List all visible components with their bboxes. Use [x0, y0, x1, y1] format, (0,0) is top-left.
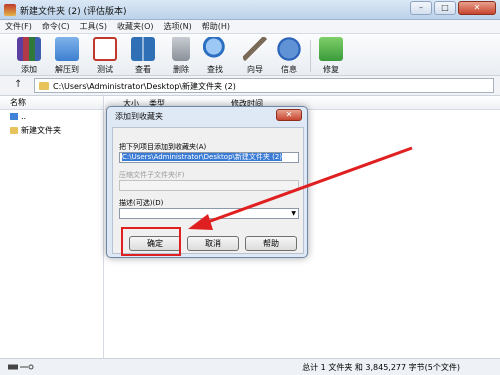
list-item-label: ..: [21, 112, 27, 121]
toolbar: 添加 解压到 测试 查看 删除 查找 向导 信息 修复: [0, 34, 500, 76]
repair-button[interactable]: 修复: [314, 37, 348, 75]
test-label: 测试: [97, 65, 113, 74]
test-button[interactable]: 测试: [88, 37, 122, 75]
maximize-button[interactable]: □: [434, 1, 456, 15]
wizard-label: 向导: [247, 65, 263, 74]
dialog-title: 添加到收藏夹: [115, 112, 163, 121]
find-label: 查找: [207, 65, 223, 74]
add-button[interactable]: 添加: [12, 37, 46, 75]
archive-add-icon: [17, 37, 41, 61]
favorite-path-label: 把下列项目添加到收藏夹(A): [119, 143, 207, 151]
menu-bar: 文件(F) 命令(C) 工具(S) 收藏夹(O) 选项(N) 帮助(H): [0, 20, 500, 34]
help-button[interactable]: 帮助: [245, 236, 297, 251]
add-label: 添加: [21, 65, 37, 74]
extract-to-button[interactable]: 解压到: [50, 37, 84, 75]
minimize-button[interactable]: –: [410, 1, 432, 15]
address-path: C:\Users\Administrator\Desktop\新建文件夹 (2): [53, 82, 236, 91]
list-item-parent[interactable]: ..: [0, 110, 103, 124]
window-controls: – □ ✕: [410, 1, 496, 15]
folder-icon: [39, 82, 49, 90]
cancel-button[interactable]: 取消: [187, 236, 239, 251]
find-button[interactable]: 查找: [198, 37, 232, 75]
list-item-folder[interactable]: 新建文件夹: [0, 124, 103, 138]
name-column-pane: 名称 .. 新建文件夹: [0, 96, 104, 358]
repair-icon: [319, 37, 343, 61]
column-header-name[interactable]: 名称: [0, 96, 103, 110]
menu-favorites[interactable]: 收藏夹(O): [112, 21, 159, 32]
status-bar: 总计 1 文件夹 和 3,845,277 字节(5个文件): [0, 358, 500, 375]
book-icon: [131, 37, 155, 61]
view-label: 查看: [135, 65, 151, 74]
title-bar: 新建文件夹 (2) (评估版本) – □ ✕: [0, 0, 500, 20]
window-title: 新建文件夹 (2) (评估版本): [20, 7, 127, 17]
delete-label: 删除: [173, 65, 189, 74]
folder-icon: [10, 127, 18, 134]
info-label: 信息: [281, 65, 297, 74]
view-button[interactable]: 查看: [126, 37, 160, 75]
menu-tools[interactable]: 工具(S): [75, 21, 112, 32]
toolbar-separator: [310, 40, 311, 72]
dropdown-arrow-icon[interactable]: ▼: [291, 209, 296, 218]
wizard-button[interactable]: 向导: [238, 37, 272, 75]
drive-icon: [8, 364, 34, 370]
dialog-close-button[interactable]: ✕: [276, 109, 302, 121]
app-icon: [4, 4, 16, 16]
parent-folder-icon: [10, 113, 18, 120]
annotation-highlight-box: [121, 227, 181, 256]
up-arrow-icon[interactable]: ↑: [14, 79, 22, 90]
extract-to-label: 解压到: [55, 65, 79, 74]
magnifier-icon: [203, 37, 227, 61]
close-button[interactable]: ✕: [458, 1, 496, 15]
wand-icon: [243, 37, 267, 61]
menu-help[interactable]: 帮助(H): [197, 21, 235, 32]
favorite-path-value: C:\Users\Administrator\Desktop\新建文件夹 (2): [122, 153, 283, 161]
description-dropdown[interactable]: ▼: [119, 208, 299, 219]
info-icon: [277, 37, 301, 61]
menu-file[interactable]: 文件(F): [0, 21, 37, 32]
subfolder-input: [119, 180, 299, 191]
address-bar: ↑ C:\Users\Administrator\Desktop\新建文件夹 (…: [0, 76, 500, 96]
info-button[interactable]: 信息: [272, 37, 306, 75]
trash-icon: [172, 37, 190, 61]
subfolder-label: 压缩文件子文件夹(F): [119, 171, 185, 179]
repair-label: 修复: [323, 65, 339, 74]
delete-button[interactable]: 删除: [164, 37, 198, 75]
description-label: 描述(可选)(D): [119, 199, 164, 207]
menu-commands[interactable]: 命令(C): [37, 21, 75, 32]
menu-options[interactable]: 选项(N): [159, 21, 197, 32]
address-field[interactable]: C:\Users\Administrator\Desktop\新建文件夹 (2): [34, 78, 494, 93]
checklist-icon: [93, 37, 117, 61]
favorite-path-input[interactable]: C:\Users\Administrator\Desktop\新建文件夹 (2): [119, 152, 299, 163]
status-text: 总计 1 文件夹 和 3,845,277 字节(5个文件): [302, 363, 460, 372]
folder-extract-icon: [55, 37, 79, 61]
list-item-label: 新建文件夹: [21, 126, 61, 135]
